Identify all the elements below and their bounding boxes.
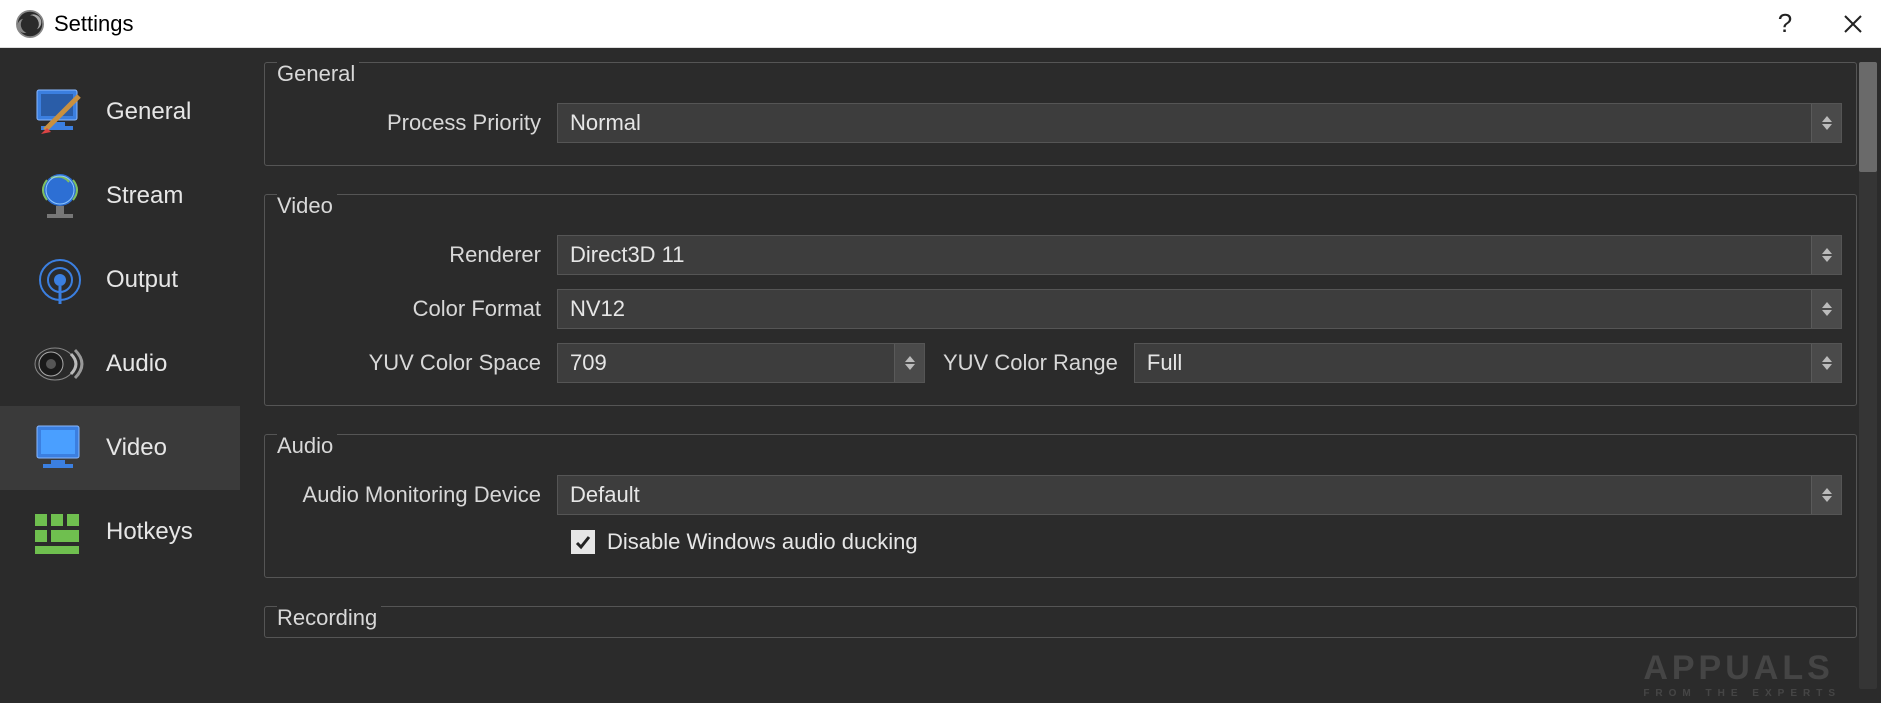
sidebar-item-video[interactable]: Video	[0, 406, 240, 490]
sidebar-item-label: General	[106, 98, 191, 126]
sidebar-item-stream[interactable]: Stream	[0, 154, 240, 238]
sidebar-item-audio[interactable]: Audio	[0, 322, 240, 406]
yuv-color-space-value: 709	[570, 350, 607, 376]
sidebar-item-output[interactable]: Output	[0, 238, 240, 322]
spinner-icon	[1811, 104, 1841, 142]
sidebar-item-label: Hotkeys	[106, 518, 193, 546]
output-icon	[28, 252, 92, 308]
process-priority-value: Normal	[570, 110, 641, 136]
title-bar: Settings ?	[0, 0, 1881, 48]
sidebar-item-hotkeys[interactable]: Hotkeys	[0, 490, 240, 574]
color-format-label: Color Format	[279, 296, 557, 322]
yuv-color-range-select[interactable]: Full	[1134, 343, 1842, 383]
group-title-video: Video	[277, 193, 337, 219]
watermark: APPUALS FROM THE EXPERTS	[1643, 649, 1841, 699]
monitoring-device-value: Default	[570, 482, 640, 508]
color-format-select[interactable]: NV12	[557, 289, 1842, 329]
sidebar-item-label: Audio	[106, 350, 167, 378]
spinner-icon	[894, 344, 924, 382]
spinner-icon	[1811, 476, 1841, 514]
window-title: Settings	[54, 11, 1765, 37]
general-icon	[28, 84, 92, 140]
yuv-color-range-label: YUV Color Range	[925, 350, 1134, 376]
obs-app-icon	[16, 10, 44, 38]
disable-ducking-label: Disable Windows audio ducking	[607, 529, 918, 555]
color-format-value: NV12	[570, 296, 625, 322]
hotkeys-icon	[28, 504, 92, 560]
spinner-icon	[1811, 236, 1841, 274]
yuv-color-space-label: YUV Color Space	[279, 350, 557, 376]
sidebar-item-label: Video	[106, 434, 167, 462]
disable-ducking-checkbox[interactable]	[571, 530, 595, 554]
process-priority-select[interactable]: Normal	[557, 103, 1842, 143]
spinner-icon	[1811, 344, 1841, 382]
monitoring-device-label: Audio Monitoring Device	[279, 482, 557, 508]
spinner-icon	[1811, 290, 1841, 328]
stream-icon	[28, 168, 92, 224]
renderer-value: Direct3D 11	[570, 242, 685, 268]
svg-text:?: ?	[1778, 10, 1792, 38]
settings-content: General Process Priority Normal Video Re…	[240, 48, 1881, 703]
monitoring-device-select[interactable]: Default	[557, 475, 1842, 515]
audio-icon	[28, 336, 92, 392]
yuv-color-space-select[interactable]: 709	[557, 343, 925, 383]
yuv-color-range-value: Full	[1147, 350, 1182, 376]
group-recording: Recording	[264, 606, 1857, 638]
sidebar-item-label: Stream	[106, 182, 183, 210]
sidebar-item-general[interactable]: General	[0, 70, 240, 154]
renderer-label: Renderer	[279, 242, 557, 268]
group-title-general: General	[277, 61, 359, 87]
sidebar-item-label: Output	[106, 266, 178, 294]
group-title-recording: Recording	[277, 605, 381, 631]
group-title-audio: Audio	[277, 433, 337, 459]
help-button[interactable]: ?	[1765, 4, 1805, 44]
scrollbar[interactable]	[1859, 62, 1877, 689]
scrollbar-thumb[interactable]	[1859, 62, 1877, 172]
group-general: General Process Priority Normal	[264, 62, 1857, 166]
process-priority-label: Process Priority	[279, 110, 557, 136]
video-icon	[28, 420, 92, 476]
settings-sidebar: General Stream	[0, 48, 240, 703]
group-audio: Audio Audio Monitoring Device Default Di…	[264, 434, 1857, 578]
close-button[interactable]	[1833, 4, 1873, 44]
renderer-select[interactable]: Direct3D 11	[557, 235, 1842, 275]
group-video: Video Renderer Direct3D 11 Color Format …	[264, 194, 1857, 406]
